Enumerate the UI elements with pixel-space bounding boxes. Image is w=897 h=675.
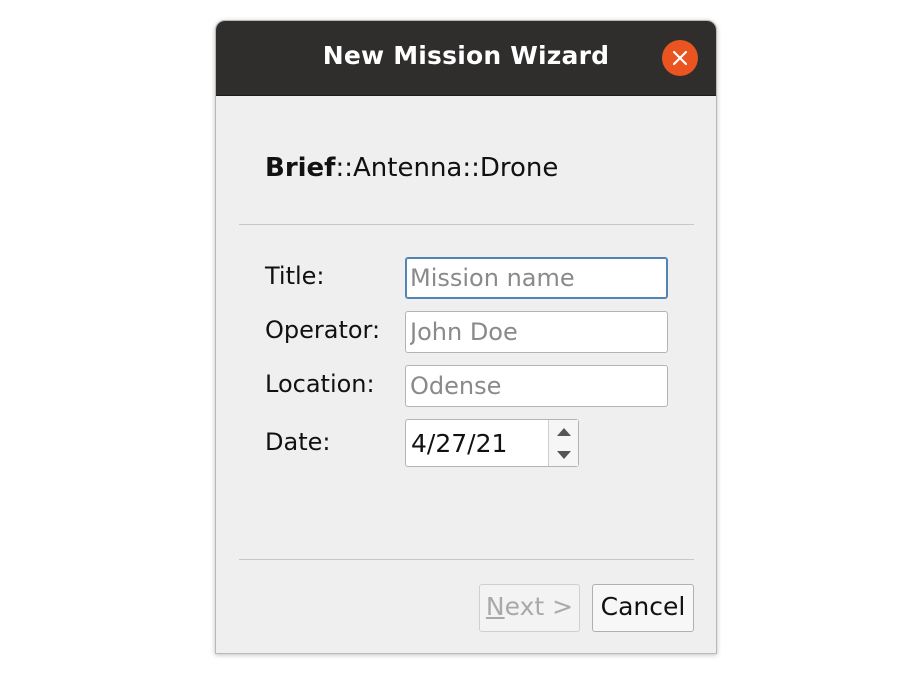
- title-input[interactable]: [405, 257, 668, 299]
- location-label: Location:: [265, 370, 375, 398]
- arrow-up-icon: [557, 428, 571, 436]
- new-mission-wizard-dialog: New Mission Wizard Brief::Antenna::Drone…: [215, 20, 717, 654]
- date-label: Date:: [265, 428, 331, 456]
- arrow-down-icon: [557, 451, 571, 459]
- operator-label: Operator:: [265, 316, 381, 344]
- date-value[interactable]: 4/27/21: [411, 429, 507, 458]
- close-button[interactable]: [662, 40, 698, 76]
- window-title: New Mission Wizard: [322, 41, 610, 70]
- top-divider: [239, 224, 694, 225]
- next-button[interactable]: Next >: [479, 584, 580, 632]
- location-input[interactable]: [405, 365, 668, 407]
- date-increment-button[interactable]: [549, 420, 578, 443]
- title-label: Title:: [265, 262, 325, 290]
- next-button-label: ext >: [504, 592, 574, 621]
- date-spinbox[interactable]: 4/27/21: [405, 419, 579, 467]
- bottom-divider: [239, 559, 694, 560]
- close-icon: [672, 50, 688, 66]
- breadcrumb-remaining-steps: ::Antenna::Drone: [335, 153, 559, 183]
- next-button-mnemonic: N: [485, 592, 505, 621]
- date-stepper: [548, 420, 578, 466]
- operator-input[interactable]: [405, 311, 668, 353]
- date-decrement-button[interactable]: [549, 443, 578, 466]
- title-bar[interactable]: New Mission Wizard: [216, 21, 716, 96]
- cancel-button[interactable]: Cancel: [592, 584, 694, 632]
- wizard-breadcrumb: Brief::Antenna::Drone: [265, 153, 558, 183]
- breadcrumb-current-step: Brief: [265, 153, 336, 183]
